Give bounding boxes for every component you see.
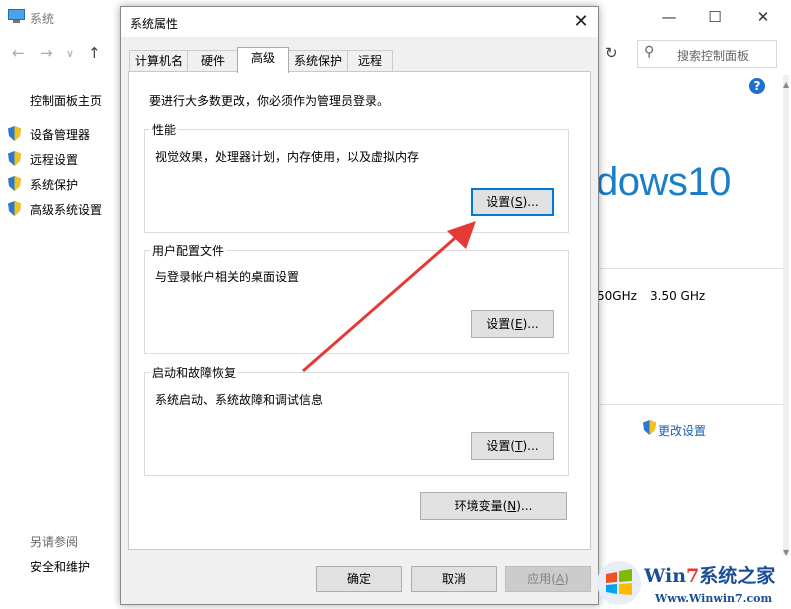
watermark-url: Www.Winwin7.com bbox=[655, 592, 773, 605]
watermark-brand-post: 系统之家 bbox=[699, 565, 776, 587]
watermark-brand-pre: Win bbox=[644, 565, 687, 587]
windows-logo-icon bbox=[597, 561, 641, 605]
watermark-brand: Win7系统之家 bbox=[644, 561, 775, 588]
arrow-head bbox=[447, 221, 476, 249]
tab-advanced[interactable]: 高级 bbox=[237, 47, 289, 73]
arrow-shaft bbox=[302, 230, 463, 373]
watermark-brand-num: 7 bbox=[686, 565, 700, 587]
annotation-arrow bbox=[302, 221, 476, 373]
